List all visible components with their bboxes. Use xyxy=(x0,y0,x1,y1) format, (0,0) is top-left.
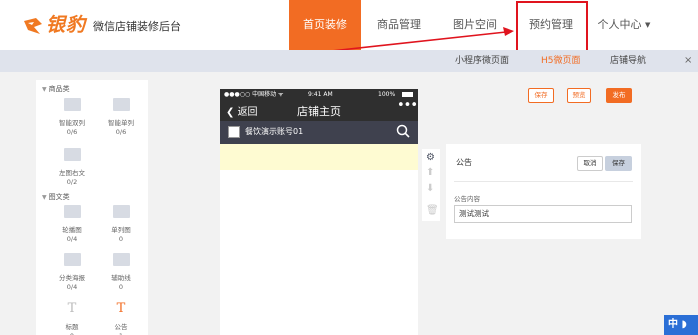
component-count: 0/6 xyxy=(115,128,127,136)
component-name: 智能单列 xyxy=(108,119,134,127)
component-smart-double[interactable]: 智能双列 0/6 xyxy=(52,98,92,136)
category-poster-icon xyxy=(63,253,81,266)
component-count: 0 xyxy=(118,283,124,291)
sub-navbar: 小程序微页面 H5微页面 店铺导航 × xyxy=(0,50,698,72)
component-category-poster[interactable]: 分类海报 0/4 xyxy=(52,253,92,291)
publish-button[interactable]: 发布 xyxy=(606,88,632,103)
component-name: 分类海报 xyxy=(59,274,85,282)
component-count: 0/4 xyxy=(66,283,78,291)
category-text-image[interactable]: ▼ 图文类 xyxy=(42,192,70,202)
divider xyxy=(454,181,633,182)
component-name: 单列图 xyxy=(111,226,131,234)
component-name: 辅助线 xyxy=(111,274,131,282)
phone-page-title: 店铺主页 xyxy=(297,105,341,118)
title-icon: T xyxy=(67,301,77,316)
category-goods-label: 商品类 xyxy=(48,85,70,93)
preview-button[interactable]: 预览 xyxy=(567,88,591,103)
component-tools: ⚙ ⬆ ⬇ 🗑 xyxy=(422,149,440,221)
component-smart-single[interactable]: 智能单列 0/6 xyxy=(101,98,141,136)
component-single-image[interactable]: 单列图 0 xyxy=(101,205,141,243)
grid-single-icon xyxy=(112,98,130,111)
component-title[interactable]: T 标题 0 xyxy=(52,302,92,335)
logo-text: 银豹 xyxy=(46,14,87,36)
component-carousel[interactable]: 轮播图 0/4 xyxy=(52,205,92,243)
battery-icon xyxy=(402,92,413,97)
input-method-badge[interactable]: 中 ◗ xyxy=(664,315,698,335)
status-time: 9:41 AM xyxy=(308,91,333,98)
close-icon[interactable]: × xyxy=(684,50,692,72)
nav-user-center[interactable]: 个人中心 ▼ xyxy=(596,0,652,50)
divider-line-icon xyxy=(112,253,130,266)
save-button[interactable]: 保存 xyxy=(528,88,554,103)
site-title: 微信店铺装修后台 xyxy=(93,20,181,33)
component-name: 轮播图 xyxy=(62,226,82,234)
carousel-icon xyxy=(63,205,81,218)
battery-text: 100% xyxy=(378,91,396,98)
component-image-left-text[interactable]: 左图右文 0/2 xyxy=(52,148,92,186)
notice-icon: T xyxy=(116,301,126,316)
category-text-label: 图文类 xyxy=(48,193,70,201)
triangle-down-icon: ▼ xyxy=(42,194,47,201)
tab-shop-navigation[interactable]: 店铺导航 xyxy=(610,50,646,72)
component-notice[interactable]: T 公告 1 xyxy=(101,302,141,335)
shop-bar[interactable]: 餐饮演示账号01 xyxy=(220,121,418,144)
more-icon[interactable]: ••• xyxy=(397,98,418,113)
cancel-button[interactable]: 取消 xyxy=(577,156,603,171)
notice-content-input[interactable]: 测试测试 xyxy=(454,205,632,223)
notice-editor-panel: 公告 取消 保存 公告内容 测试测试 xyxy=(446,144,641,239)
component-count: 0/4 xyxy=(66,235,78,243)
grid-double-icon xyxy=(63,98,81,111)
phone-preview: ●●●○○ 中国移动 ᯤ 9:41 AM 100% ❮ 返回 店铺主页 ••• … xyxy=(220,89,418,335)
delete-trash-icon[interactable]: 🗑 xyxy=(426,205,439,216)
single-image-icon xyxy=(112,205,130,218)
component-divider-line[interactable]: 辅助线 0 xyxy=(101,253,141,291)
move-down-icon[interactable]: ⬇ xyxy=(426,183,434,194)
caret-down-icon: ▼ xyxy=(645,21,651,29)
shop-thumbnail xyxy=(228,126,240,138)
editor-save-button[interactable]: 保存 xyxy=(605,156,632,171)
component-panel: ▼ 商品类 智能双列 0/6 智能单列 0/6 左图右文 0/2 ▼ 图文类 轮播图… xyxy=(36,80,148,335)
tab-h5-page[interactable]: H5微页面 xyxy=(541,50,581,72)
component-name: 公告 xyxy=(114,323,128,331)
search-icon[interactable] xyxy=(396,124,410,138)
tab-mini-program-page[interactable]: 小程序微页面 xyxy=(455,50,509,72)
component-count: 0/2 xyxy=(66,178,78,186)
leopard-logo-icon xyxy=(24,18,42,34)
phone-status-bar: ●●●○○ 中国移动 ᯤ 9:41 AM 100% xyxy=(220,89,418,100)
annotation-highlight-box xyxy=(516,1,588,55)
triangle-down-icon: ▼ xyxy=(42,86,47,93)
component-name: 智能双列 xyxy=(59,119,85,127)
move-up-icon[interactable]: ⬆ xyxy=(426,167,434,178)
notice-component-preview[interactable] xyxy=(220,144,418,170)
carrier-text: ●●●○○ 中国移动 ᯤ xyxy=(224,91,284,98)
category-goods[interactable]: ▼ 商品类 xyxy=(42,84,70,94)
component-count: 0/6 xyxy=(66,128,78,136)
editor-title: 公告 xyxy=(456,158,472,167)
nav-user-center-label: 个人中心 xyxy=(597,18,642,31)
component-name: 左图右文 xyxy=(59,169,85,177)
shop-name: 餐饮演示账号01 xyxy=(245,127,304,136)
image-left-text-icon xyxy=(63,148,81,161)
notice-content-label: 公告内容 xyxy=(454,195,480,203)
component-name: 标题 xyxy=(65,323,79,331)
settings-gear-icon[interactable]: ⚙ xyxy=(426,152,435,163)
component-count: 0 xyxy=(118,235,124,243)
logo[interactable]: 银豹 xyxy=(22,13,90,39)
phone-header: ❮ 返回 店铺主页 ••• xyxy=(220,98,418,121)
